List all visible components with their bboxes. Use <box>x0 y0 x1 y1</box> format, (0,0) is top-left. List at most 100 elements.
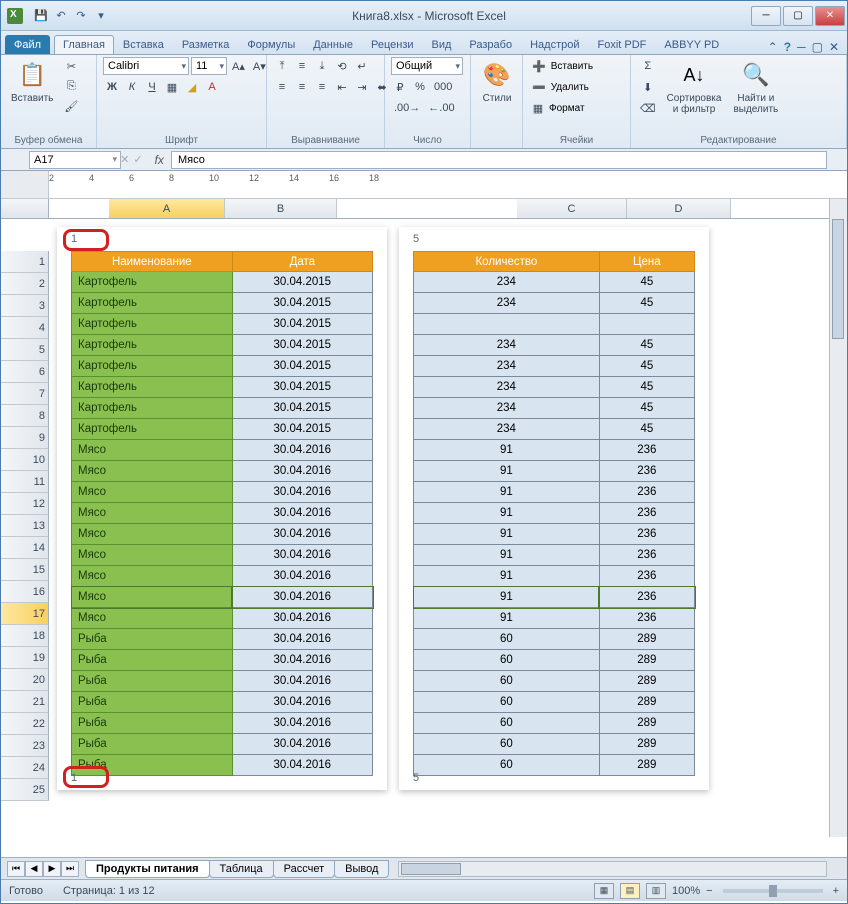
tab-layout[interactable]: Разметка <box>173 35 239 54</box>
sheet-tab-1[interactable]: Таблица <box>209 860 274 878</box>
cell-date[interactable]: 30.04.2016 <box>232 629 372 650</box>
bold-button[interactable]: Ж <box>103 78 121 96</box>
fill-color-button[interactable]: ◢ <box>183 78 201 96</box>
undo-button[interactable]: ↶ <box>53 8 69 24</box>
cell-date[interactable]: 30.04.2015 <box>232 293 372 314</box>
cell-date[interactable]: 30.04.2016 <box>232 440 372 461</box>
cell-qty[interactable]: 60 <box>414 650 600 671</box>
tab-view[interactable]: Вид <box>423 35 461 54</box>
cell-name[interactable]: Картофель <box>72 419 233 440</box>
sheet-tab-active[interactable]: Продукты питания <box>85 860 210 878</box>
cell-date[interactable]: 30.04.2016 <box>232 734 372 755</box>
row-header[interactable]: 25 <box>1 779 49 801</box>
cell-name[interactable]: Картофель <box>72 356 233 377</box>
doc-close-icon[interactable]: ✕ <box>829 40 839 54</box>
align-left-button[interactable]: ≡ <box>273 78 291 96</box>
cell-date[interactable]: 30.04.2016 <box>232 608 372 629</box>
cell-date[interactable]: 30.04.2016 <box>232 566 372 587</box>
align-bottom-button[interactable]: ⤓ <box>313 57 331 75</box>
row-header[interactable]: 10 <box>1 449 49 471</box>
comma-button[interactable]: 000 <box>431 78 455 96</box>
cell-qty[interactable]: 60 <box>414 629 600 650</box>
tab-insert[interactable]: Вставка <box>114 35 173 54</box>
cell-price[interactable] <box>599 314 694 335</box>
cell-date[interactable]: 30.04.2016 <box>232 713 372 734</box>
row-header[interactable]: 6 <box>1 361 49 383</box>
cell-price[interactable]: 45 <box>599 377 694 398</box>
number-format-combo[interactable]: Общий <box>391 57 463 75</box>
autosum-button[interactable]: Σ <box>637 57 659 75</box>
sheet-nav-last[interactable]: ⏭ <box>61 861 79 877</box>
cell-price[interactable]: 45 <box>599 356 694 377</box>
cell-date[interactable]: 30.04.2016 <box>232 545 372 566</box>
cell-qty[interactable]: 234 <box>414 356 600 377</box>
tab-addins[interactable]: Надстрой <box>521 35 588 54</box>
cell-name[interactable]: Мясо <box>72 545 233 566</box>
tab-abbyy[interactable]: ABBYY PD <box>655 35 728 54</box>
cell-name[interactable]: Рыба <box>72 629 233 650</box>
cell-price[interactable]: 236 <box>599 524 694 545</box>
view-normal-button[interactable]: ▦ <box>594 883 614 899</box>
row-header[interactable]: 22 <box>1 713 49 735</box>
cell-price[interactable]: 289 <box>599 755 694 776</box>
close-button[interactable]: ✕ <box>815 6 845 26</box>
view-page-break-button[interactable]: ▥ <box>646 883 666 899</box>
cell-price[interactable]: 45 <box>599 398 694 419</box>
cell-name[interactable]: Рыба <box>72 734 233 755</box>
name-box[interactable]: A17 <box>29 151 121 169</box>
zoom-in-button[interactable]: + <box>833 885 839 897</box>
fx-button[interactable]: fx <box>155 153 164 167</box>
cell-qty[interactable]: 91 <box>414 461 600 482</box>
percent-button[interactable]: % <box>411 78 429 96</box>
cell-name[interactable]: Мясо <box>72 524 233 545</box>
tab-file[interactable]: Файл <box>5 35 50 54</box>
tab-formulas[interactable]: Формулы <box>238 35 304 54</box>
shrink-font-button[interactable]: A▾ <box>250 57 269 75</box>
cell-qty[interactable]: 60 <box>414 713 600 734</box>
cell-name[interactable]: Картофель <box>72 314 233 335</box>
row-header[interactable]: 2 <box>1 273 49 295</box>
cell-name[interactable]: Картофель <box>72 293 233 314</box>
cut-button[interactable]: ✂ <box>61 57 81 75</box>
cell-qty[interactable]: 91 <box>414 545 600 566</box>
clear-button[interactable]: ⌫ <box>637 99 659 117</box>
cell-price[interactable]: 236 <box>599 587 694 608</box>
tab-data[interactable]: Данные <box>304 35 362 54</box>
cell-price[interactable]: 236 <box>599 608 694 629</box>
row-header[interactable]: 8 <box>1 405 49 427</box>
cell-price[interactable]: 45 <box>599 293 694 314</box>
currency-button[interactable]: ₽ <box>391 78 409 96</box>
cell-date[interactable]: 30.04.2016 <box>232 692 372 713</box>
cell-price[interactable]: 289 <box>599 671 694 692</box>
cell-name[interactable]: Рыба <box>72 650 233 671</box>
doc-minimize-icon[interactable]: ─ <box>797 40 806 54</box>
worksheet-area[interactable]: 1234567891011121314151617181920212223242… <box>1 219 847 857</box>
cell-price[interactable]: 236 <box>599 566 694 587</box>
cell-qty[interactable]: 234 <box>414 272 600 293</box>
zoom-out-button[interactable]: − <box>706 885 712 897</box>
cell-qty[interactable]: 60 <box>414 734 600 755</box>
horizontal-scrollbar[interactable] <box>398 861 827 877</box>
row-header[interactable]: 20 <box>1 669 49 691</box>
cell-qty[interactable]: 234 <box>414 398 600 419</box>
cell-price[interactable]: 236 <box>599 545 694 566</box>
sheet-tab-3[interactable]: Вывод <box>334 860 389 878</box>
cell-qty[interactable]: 234 <box>414 377 600 398</box>
italic-button[interactable]: К <box>123 78 141 96</box>
cell-name[interactable]: Мясо <box>72 503 233 524</box>
cell-date[interactable]: 30.04.2016 <box>232 503 372 524</box>
cell-qty[interactable]: 91 <box>414 524 600 545</box>
cell-date[interactable]: 30.04.2015 <box>232 377 372 398</box>
cell-date[interactable]: 30.04.2016 <box>232 524 372 545</box>
cell-name[interactable]: Рыба <box>72 692 233 713</box>
cell-qty[interactable]: 234 <box>414 335 600 356</box>
cell-price[interactable]: 236 <box>599 461 694 482</box>
cell-qty[interactable]: 91 <box>414 503 600 524</box>
fill-button[interactable]: ⬇ <box>637 78 659 96</box>
cell-date[interactable]: 30.04.2015 <box>232 272 372 293</box>
cell-price[interactable]: 45 <box>599 272 694 293</box>
cell-name[interactable]: Рыба <box>72 713 233 734</box>
paste-button[interactable]: 📋 Вставить <box>7 57 57 106</box>
cell-name[interactable]: Мясо <box>72 482 233 503</box>
increase-indent-button[interactable]: ⇥ <box>353 78 371 96</box>
